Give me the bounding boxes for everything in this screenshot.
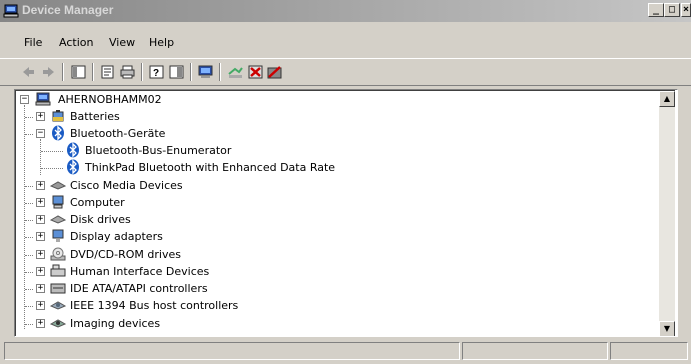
forward-icon[interactable] bbox=[40, 64, 57, 80]
device-manager-window: Device Manager _ □ × File Action View He… bbox=[0, 0, 691, 364]
device-tree: − AHERNOBHAMM02 + Batteries − Bluetooth-… bbox=[14, 89, 678, 337]
help-icon[interactable]: ? bbox=[148, 64, 165, 80]
display-adapter-icon bbox=[52, 229, 64, 242]
disk-drive-icon bbox=[50, 215, 66, 224]
battery-icon bbox=[52, 110, 64, 122]
close-button[interactable]: × bbox=[681, 3, 691, 17]
tree-item-label: Computer bbox=[70, 196, 125, 209]
window-title: Device Manager bbox=[22, 3, 114, 17]
computer-icon bbox=[52, 195, 64, 209]
tree-connector bbox=[40, 139, 41, 175]
imaging-device-icon bbox=[50, 319, 66, 328]
bluetooth-icon bbox=[67, 159, 79, 175]
tree-expander[interactable]: + bbox=[36, 232, 45, 241]
bluetooth-icon bbox=[67, 142, 79, 158]
scroll-up-button[interactable]: ▲ bbox=[659, 91, 675, 107]
computer-icon bbox=[35, 92, 51, 106]
back-icon[interactable] bbox=[20, 64, 37, 80]
ieee1394-icon bbox=[50, 301, 66, 310]
bluetooth-icon bbox=[52, 125, 64, 141]
tree-expander[interactable]: + bbox=[36, 215, 45, 224]
toolbar-separator bbox=[62, 63, 64, 81]
svg-text:?: ? bbox=[153, 68, 159, 79]
tree-item-label: Batteries bbox=[70, 110, 120, 123]
tree-expander[interactable]: + bbox=[36, 284, 45, 293]
toolbar-separator bbox=[92, 63, 94, 81]
tree-item-label: Disk drives bbox=[70, 213, 131, 226]
device-tree-content: − AHERNOBHAMM02 + Batteries − Bluetooth-… bbox=[15, 90, 675, 336]
toolbar-separator bbox=[141, 63, 143, 81]
tree-expander[interactable]: + bbox=[36, 319, 45, 328]
tree-item-label: Cisco Media Devices bbox=[70, 179, 183, 192]
menu-help[interactable]: Help bbox=[149, 36, 174, 49]
toolbar: ? bbox=[0, 58, 691, 86]
menu-view[interactable]: View bbox=[109, 36, 135, 49]
tree-expander[interactable]: − bbox=[20, 95, 29, 104]
properties-icon[interactable] bbox=[99, 64, 116, 80]
tree-item-label: Imaging devices bbox=[70, 317, 161, 330]
scroll-down-button[interactable]: ▼ bbox=[659, 321, 675, 336]
minimize-button[interactable]: _ bbox=[648, 3, 664, 17]
computer-icon[interactable] bbox=[197, 64, 214, 80]
vertical-scrollbar[interactable]: ▲ ▼ bbox=[659, 91, 675, 336]
device-manager-icon bbox=[3, 4, 19, 18]
tree-item-label: Display adapters bbox=[70, 230, 163, 243]
status-panel-2 bbox=[462, 342, 608, 360]
status-bar bbox=[0, 340, 691, 362]
tree-expander[interactable]: + bbox=[36, 267, 45, 276]
disable-icon[interactable] bbox=[266, 64, 283, 80]
ide-controller-icon bbox=[50, 283, 66, 294]
toolbar-separator bbox=[219, 63, 221, 81]
cdrom-icon bbox=[50, 247, 66, 261]
uninstall-icon[interactable] bbox=[247, 64, 264, 80]
tree-root-label: AHERNOBHAMM02 bbox=[58, 93, 162, 106]
menu-file[interactable]: File bbox=[24, 36, 42, 49]
tree-item-label: DVD/CD-ROM drives bbox=[70, 248, 181, 261]
tree-expander[interactable]: + bbox=[36, 181, 45, 190]
tree-item-label: Bluetooth-Bus-Enumerator bbox=[85, 144, 232, 157]
status-panel-3 bbox=[610, 342, 688, 360]
scan-hardware-icon[interactable] bbox=[227, 64, 244, 80]
maximize-button[interactable]: □ bbox=[664, 3, 680, 17]
menu-action[interactable]: Action bbox=[59, 36, 93, 49]
tree-item-label: ThinkPad Bluetooth with Enhanced Data Ra… bbox=[85, 161, 336, 174]
menu-bar: File Action View Help bbox=[0, 34, 691, 52]
show-hide-tree-icon[interactable] bbox=[70, 64, 87, 80]
hid-icon bbox=[50, 264, 66, 277]
tree-item-label: IEEE 1394 Bus host controllers bbox=[70, 299, 239, 312]
tree-expander[interactable]: + bbox=[36, 198, 45, 207]
tree-expander[interactable]: + bbox=[36, 250, 45, 259]
title-bar[interactable]: Device Manager _ □ × bbox=[0, 0, 691, 22]
tree-expander[interactable]: + bbox=[36, 112, 45, 121]
tree-item-label: IDE ATA/ATAPI controllers bbox=[70, 282, 208, 295]
media-device-icon bbox=[50, 181, 66, 190]
print-icon[interactable] bbox=[119, 64, 136, 80]
tree-item-label: Bluetooth-Geräte bbox=[70, 127, 166, 140]
tree-expander[interactable]: + bbox=[36, 301, 45, 310]
tree-connector bbox=[24, 105, 25, 329]
tree-expander[interactable]: − bbox=[36, 129, 45, 138]
tree-item-label: Human Interface Devices bbox=[70, 265, 210, 278]
status-panel-main bbox=[4, 342, 460, 360]
toolbar-separator bbox=[190, 63, 192, 81]
show-hide-action-pane-icon[interactable] bbox=[168, 64, 185, 80]
